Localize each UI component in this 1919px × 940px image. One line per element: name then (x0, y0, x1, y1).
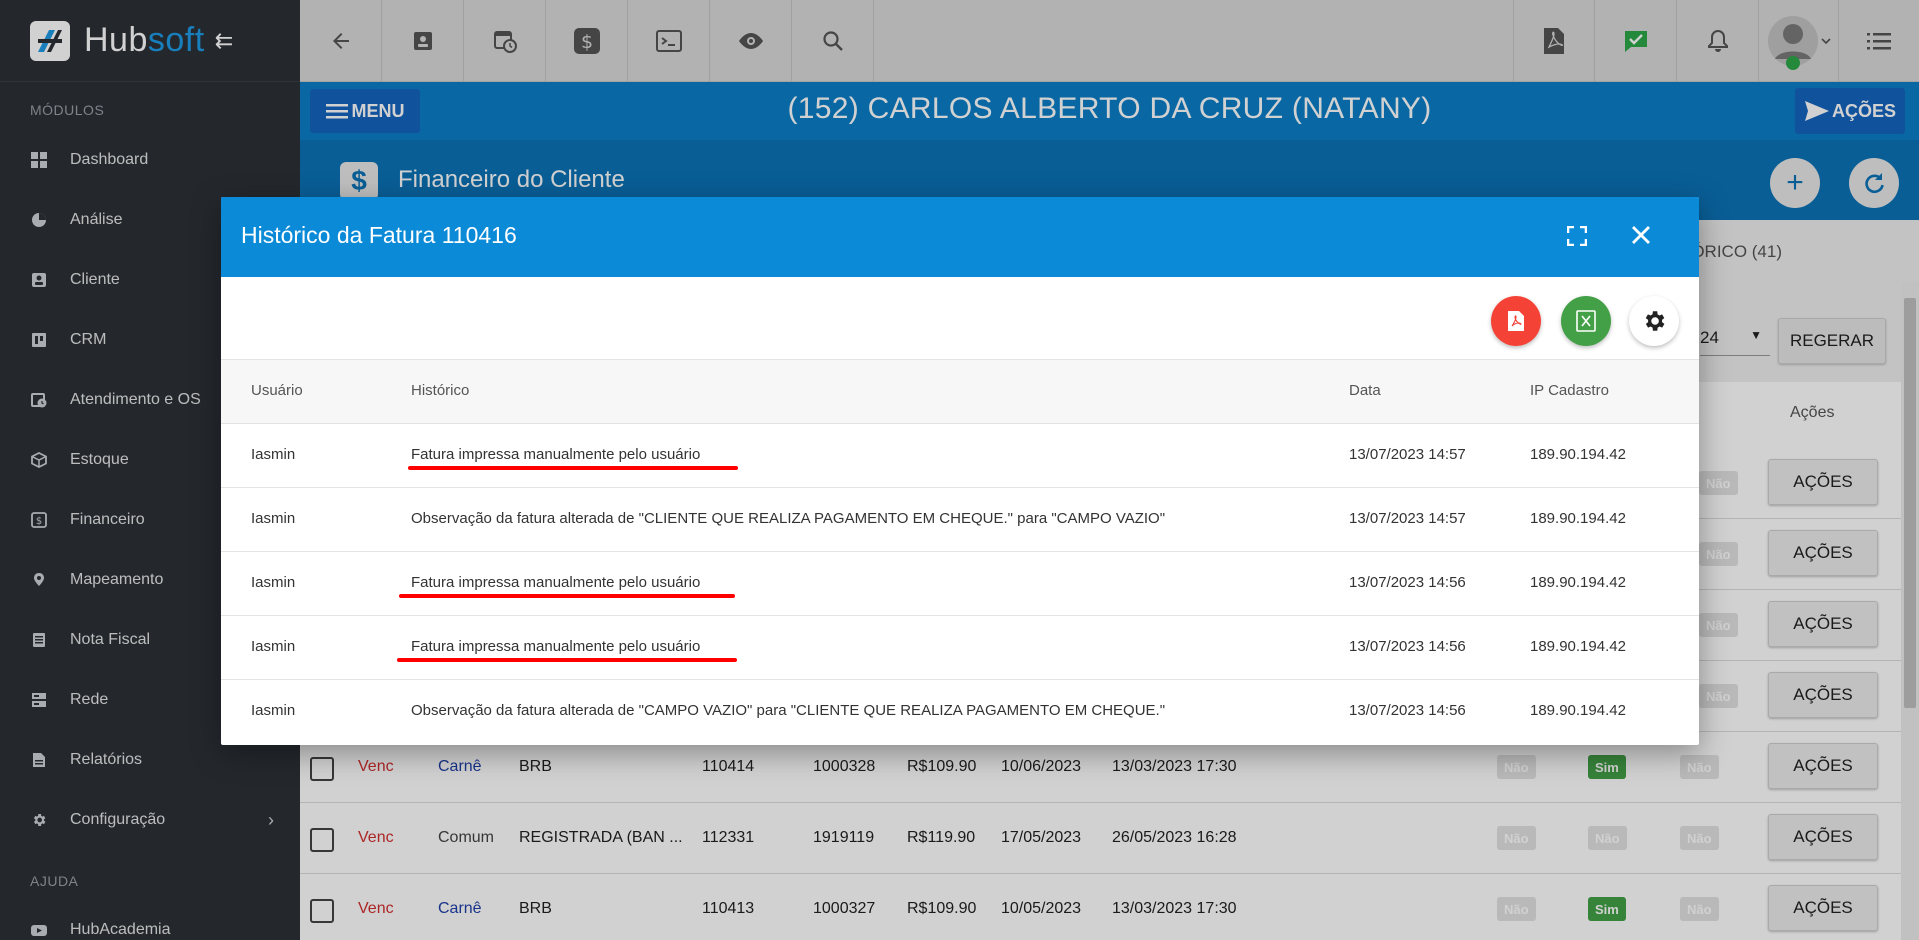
table-row: Iasmin Fatura impressa manualmente pelo … (221, 552, 1699, 616)
history-cell: Fatura impressa manualmente pelo usuário (411, 638, 701, 655)
close-icon (1632, 226, 1650, 244)
user-cell: Iasmin (251, 702, 296, 719)
ip-cell: 189.90.194.42 (1530, 702, 1626, 719)
history-table-header: Usuário Histórico Data IP Cadastro (221, 360, 1699, 424)
invoice-history-modal: Histórico da Fatura 110416 Usuário Histó… (221, 197, 1699, 745)
date-cell: 13/07/2023 14:56 (1349, 702, 1466, 719)
date-cell: 13/07/2023 14:56 (1349, 638, 1466, 655)
date-cell: 13/07/2023 14:57 (1349, 446, 1466, 463)
user-cell: Iasmin (251, 638, 296, 655)
red-underline-annotation (399, 594, 735, 598)
column-header-ip[interactable]: IP Cadastro (1530, 382, 1609, 399)
fullscreen-icon (1567, 226, 1587, 246)
ip-cell: 189.90.194.42 (1530, 510, 1626, 527)
red-underline-annotation (408, 466, 738, 470)
ip-cell: 189.90.194.42 (1530, 574, 1626, 591)
red-underline-annotation (397, 658, 737, 662)
ip-cell: 189.90.194.42 (1530, 446, 1626, 463)
pdf-icon (1508, 311, 1524, 331)
history-cell: Observação da fatura alterada de "CAMPO … (411, 702, 1166, 719)
table-row: Iasmin Fatura impressa manualmente pelo … (221, 616, 1699, 680)
modal-header: Histórico da Fatura 110416 (221, 197, 1699, 277)
user-cell: Iasmin (251, 446, 296, 463)
history-cell: Observação da fatura alterada de "CLIENT… (411, 510, 1166, 527)
table-row: Iasmin Fatura impressa manualmente pelo … (221, 424, 1699, 488)
date-cell: 13/07/2023 14:56 (1349, 574, 1466, 591)
table-row: Iasmin Observação da fatura alterada de … (221, 488, 1699, 552)
gear-icon (1645, 311, 1665, 331)
history-cell: Fatura impressa manualmente pelo usuário (411, 574, 701, 591)
export-pdf-button[interactable] (1491, 296, 1541, 346)
close-button[interactable] (1625, 219, 1657, 251)
modal-title: Histórico da Fatura 110416 (241, 222, 517, 248)
ip-cell: 189.90.194.42 (1530, 638, 1626, 655)
table-row: Iasmin Observação da fatura alterada de … (221, 680, 1699, 744)
fullscreen-button[interactable] (1563, 222, 1591, 250)
excel-icon (1576, 310, 1596, 332)
date-cell: 13/07/2023 14:57 (1349, 510, 1466, 527)
export-excel-button[interactable] (1561, 296, 1611, 346)
settings-button[interactable] (1629, 296, 1679, 346)
column-header-user[interactable]: Usuário (251, 382, 303, 399)
modal-toolbar (221, 277, 1699, 360)
user-cell: Iasmin (251, 510, 296, 527)
user-cell: Iasmin (251, 574, 296, 591)
column-header-history[interactable]: Histórico (411, 382, 469, 399)
history-cell: Fatura impressa manualmente pelo usuário (411, 446, 701, 463)
history-table-body: Iasmin Fatura impressa manualmente pelo … (221, 424, 1699, 744)
column-header-date[interactable]: Data (1349, 382, 1381, 399)
